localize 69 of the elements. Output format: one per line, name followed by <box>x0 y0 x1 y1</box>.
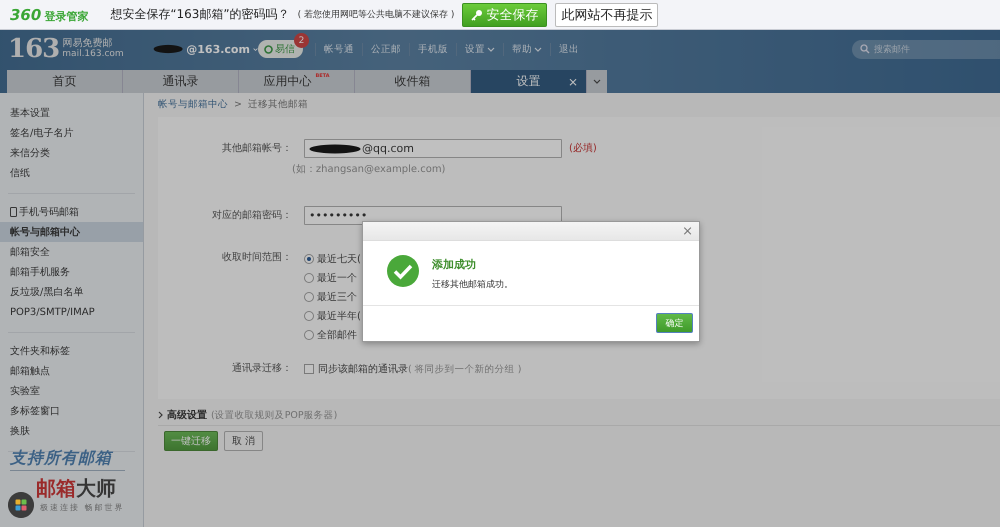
sidebar-item[interactable]: 实验室 <box>0 381 143 401</box>
key-icon <box>471 8 484 20</box>
radio-option[interactable]: 最近一个 <box>304 269 361 286</box>
radio-option[interactable]: 最近三个 <box>304 288 361 305</box>
check-icon <box>387 255 419 287</box>
radio-button[interactable] <box>304 254 314 264</box>
radio-button[interactable] <box>304 292 314 302</box>
sidebar-item[interactable]: 签名/电子名片 <box>0 123 143 143</box>
account-name[interactable]: @163.com <box>186 42 250 56</box>
brand-logo: 360 登录管家 <box>10 6 88 24</box>
prompt-hint: ( 若您使用网吧等公共电脑不建议保存 ) <box>298 8 454 21</box>
cancel-button[interactable]: 取 消 <box>224 431 263 451</box>
radio-option[interactable]: 最近七天( <box>304 250 361 267</box>
sidebar-item[interactable]: 邮箱手机服务 <box>0 262 143 282</box>
nav-tab[interactable]: 设置 × <box>471 70 587 93</box>
caret-icon <box>487 46 495 52</box>
phone-icon <box>10 207 17 217</box>
caret-icon <box>534 46 542 52</box>
nav-tab[interactable]: 收件箱 <box>355 70 471 93</box>
promo-brand: 邮箱大师 <box>36 475 117 502</box>
checkbox-note: ( 将同步到一个新的分组 ) <box>408 362 522 376</box>
checkbox-label: 同步该邮箱的通讯录 <box>318 362 408 376</box>
redaction-mark <box>153 42 184 56</box>
radio-option[interactable]: 全部邮件 <box>304 326 361 343</box>
dialog-message: 迁移其他邮箱成功。 <box>432 278 513 291</box>
nav-tab[interactable]: 通讯录 <box>123 70 239 93</box>
promo-slogan: 支持所有邮箱 <box>10 448 125 471</box>
sidebar-item[interactable]: 反垃圾/黑白名单 <box>0 282 143 302</box>
dismiss-button[interactable]: 此网站不再提示 <box>555 2 658 26</box>
nav-tab[interactable]: 首页 <box>7 70 123 93</box>
prompt-question: 想安全保存“163邮箱”的密码吗？ <box>110 6 290 23</box>
example-hint: (如：zhangsan@example.com) <box>292 163 446 176</box>
search-icon <box>860 44 870 54</box>
close-button[interactable]: × <box>682 224 693 238</box>
redaction-mark <box>309 144 361 154</box>
chat-icon <box>264 44 273 54</box>
field-label: 收取时间范围： <box>221 250 293 265</box>
sidebar-item[interactable]: 换肤 <box>0 421 143 441</box>
caret-icon <box>593 79 601 84</box>
radio-button[interactable] <box>304 310 314 320</box>
sidebar-item[interactable]: 信纸 <box>0 163 143 183</box>
sidebar-item[interactable]: 邮箱触点 <box>0 361 143 381</box>
sidebar-item[interactable]: 来信分类 <box>0 143 143 163</box>
required-note: (必填) <box>569 142 597 156</box>
field-label: 对应的邮箱密码： <box>211 208 293 223</box>
field-label: 通讯录迁移： <box>231 362 293 376</box>
radio-button[interactable] <box>304 272 314 282</box>
more-tabs-button[interactable] <box>587 70 607 93</box>
dialog-title: 添加成功 <box>432 257 477 272</box>
advanced-settings-toggle[interactable]: 高级设置 (设置收取规则及POP服务器) <box>158 405 1000 426</box>
caret-icon <box>252 46 258 52</box>
sidebar-item[interactable]: 帐号与邮箱中心 <box>0 222 143 242</box>
breadcrumb-current: 迁移其他邮箱 <box>248 98 308 110</box>
promo-tagline: 极速连接 畅邮世界 <box>40 502 125 513</box>
breadcrumb-separator: > <box>234 98 242 110</box>
sidebar-item[interactable]: POP3/SMTP/IMAP <box>0 302 143 322</box>
account-field[interactable]: @qq.com <box>304 139 562 158</box>
radio-button[interactable] <box>304 330 314 340</box>
sidebar-item[interactable]: 多标签窗口 <box>0 401 143 421</box>
sidebar-item[interactable]: 邮箱安全 <box>0 242 143 262</box>
sidebar-item[interactable]: 基本设置 <box>0 103 143 123</box>
sidebar-item[interactable]: 手机号码邮箱 <box>0 202 143 222</box>
radio-option[interactable]: 最近半年( <box>304 307 361 324</box>
sidebar-item[interactable]: 文件夹和标签 <box>0 341 143 361</box>
chevron-icon <box>158 411 163 419</box>
notification-badge: 2 <box>294 33 309 48</box>
checkbox[interactable] <box>304 364 314 374</box>
field-label: 其他邮箱帐号： <box>221 142 293 156</box>
breadcrumb-link[interactable]: 帐号与邮箱中心 <box>158 98 228 110</box>
